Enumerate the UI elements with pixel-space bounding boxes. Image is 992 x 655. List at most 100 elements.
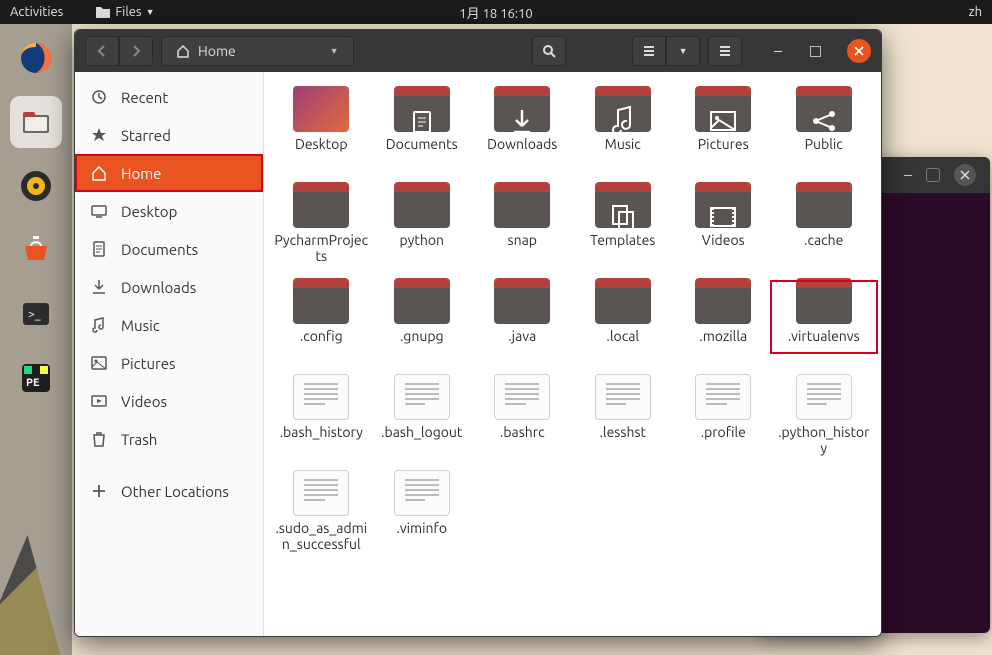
grid-item-label: .gnupg — [400, 328, 444, 344]
folder-icon — [293, 278, 349, 324]
maximize-icon[interactable] — [926, 168, 940, 182]
nav-buttons — [85, 36, 153, 66]
grid-item[interactable]: .virtualenvs — [775, 276, 874, 370]
search-icon — [542, 44, 556, 58]
folder-icon — [494, 182, 550, 228]
folder-icon — [494, 278, 550, 324]
plus-icon — [91, 483, 107, 499]
path-bar[interactable]: Home ▼ — [161, 36, 354, 66]
grid-item-label: python — [399, 232, 444, 248]
grid-item[interactable]: snap — [473, 180, 572, 274]
grid-item[interactable]: .profile — [674, 372, 773, 466]
sidebar-item-label: Trash — [121, 431, 157, 448]
home-icon — [91, 165, 107, 181]
home-icon — [176, 44, 190, 58]
grid-item[interactable]: Music — [574, 84, 673, 178]
grid-item[interactable]: .sudo_as_admin_successful — [272, 468, 371, 562]
dock-firefox[interactable] — [10, 32, 62, 84]
grid-item[interactable]: Downloads — [473, 84, 572, 178]
list-view-button[interactable] — [632, 36, 666, 66]
grid-item[interactable]: .java — [473, 276, 572, 370]
trash-icon — [91, 431, 107, 447]
sidebar-item-desktop[interactable]: Desktop — [75, 192, 263, 230]
sidebar-item-documents[interactable]: Documents — [75, 230, 263, 268]
grid-item[interactable]: .bash_logout — [373, 372, 472, 466]
sidebar-item-starred[interactable]: Starred — [75, 116, 263, 154]
grid-item[interactable]: Public — [775, 84, 874, 178]
grid-item[interactable]: .cache — [775, 180, 874, 274]
dock-pycharm[interactable]: PE — [10, 352, 62, 404]
clock-icon — [91, 89, 107, 105]
grid-item[interactable]: .local — [574, 276, 673, 370]
chevron-down-icon: ▼ — [146, 7, 155, 17]
folder-icon — [695, 86, 751, 132]
minimize-button[interactable]: – — [764, 42, 792, 60]
grid-item[interactable]: Desktop — [272, 84, 371, 178]
grid-item[interactable]: .python_history — [775, 372, 874, 466]
grid-item[interactable]: Videos — [674, 180, 773, 274]
grid-item[interactable]: .bashrc — [473, 372, 572, 466]
sidebar-item-pictures[interactable]: Pictures — [75, 344, 263, 382]
folder-icon — [293, 86, 349, 132]
content-grid[interactable]: Desktop DocumentsDownloadsMusicPicturesPu… — [264, 72, 881, 636]
grid-item[interactable]: Templates — [574, 180, 673, 274]
file-icon — [394, 374, 450, 420]
sidebar-item-downloads[interactable]: Downloads — [75, 268, 263, 306]
grid-item-label: .bashrc — [500, 424, 545, 440]
grid-item[interactable]: Documents — [373, 84, 472, 178]
view-dropdown-button[interactable]: ▼ — [666, 36, 700, 66]
close-icon[interactable] — [954, 164, 976, 186]
grid-item[interactable]: .config — [272, 276, 371, 370]
file-icon — [595, 374, 651, 420]
back-button[interactable] — [85, 36, 119, 66]
grid-item-label: Desktop — [295, 136, 348, 152]
grid-item-label: .python_history — [776, 424, 872, 456]
clock[interactable]: 1月 18 16:10 — [459, 3, 532, 22]
list-icon — [642, 44, 656, 58]
document-icon — [91, 241, 107, 257]
user-menu[interactable]: zh — [969, 5, 982, 19]
grid-item[interactable]: .mozilla — [674, 276, 773, 370]
grid-item[interactable]: PycharmProjects — [272, 180, 371, 274]
sidebar-item-recent[interactable]: Recent — [75, 78, 263, 116]
chevron-down-icon: ▼ — [330, 46, 339, 56]
gnome-top-bar: Activities Files ▼ 1月 18 16:10 zh — [0, 0, 992, 24]
sidebar-item-label: Other Locations — [121, 483, 229, 500]
maximize-button[interactable] — [810, 46, 821, 57]
search-button[interactable] — [532, 36, 566, 66]
dock-terminal[interactable]: >_ — [10, 288, 62, 340]
sidebar-item-other-locations[interactable]: Other Locations — [75, 472, 263, 510]
grid-item[interactable]: .viminfo — [373, 468, 472, 562]
grid-item[interactable]: .gnupg — [373, 276, 472, 370]
grid-item-label: .virtualenvs — [788, 328, 860, 344]
app-menu-label: Files — [115, 5, 141, 19]
hamburger-menu[interactable] — [708, 36, 742, 66]
grid-item[interactable]: Pictures — [674, 84, 773, 178]
grid-item-label: .sudo_as_admin_successful — [273, 520, 369, 552]
sidebar-item-videos[interactable]: Videos — [75, 382, 263, 420]
videos-icon — [91, 393, 107, 409]
file-icon — [394, 470, 450, 516]
grid-item-label: snap — [508, 232, 537, 248]
activities-button[interactable]: Activities — [10, 5, 63, 19]
grid-item-label: .viminfo — [396, 520, 447, 536]
close-button[interactable] — [847, 39, 871, 63]
desktop-icon — [91, 203, 107, 219]
grid-item-label: PycharmProjects — [273, 232, 369, 264]
app-menu[interactable]: Files ▼ — [95, 5, 154, 19]
dock-rhythmbox[interactable] — [10, 160, 62, 212]
sidebar-item-trash[interactable]: Trash — [75, 420, 263, 458]
grid-item[interactable]: .lesshst — [574, 372, 673, 466]
grid-item[interactable]: python — [373, 180, 472, 274]
sidebar-item-label: Music — [121, 317, 160, 334]
forward-button[interactable] — [119, 36, 153, 66]
path-label: Home — [198, 43, 236, 59]
grid-item[interactable]: .bash_history — [272, 372, 371, 466]
file-icon — [494, 374, 550, 420]
sidebar-item-home[interactable]: Home — [75, 154, 263, 192]
sidebar-item-music[interactable]: Music — [75, 306, 263, 344]
dock-files[interactable] — [10, 96, 62, 148]
minimize-icon[interactable]: – — [904, 166, 912, 184]
folder-icon — [394, 86, 450, 132]
dock-software[interactable] — [10, 224, 62, 276]
